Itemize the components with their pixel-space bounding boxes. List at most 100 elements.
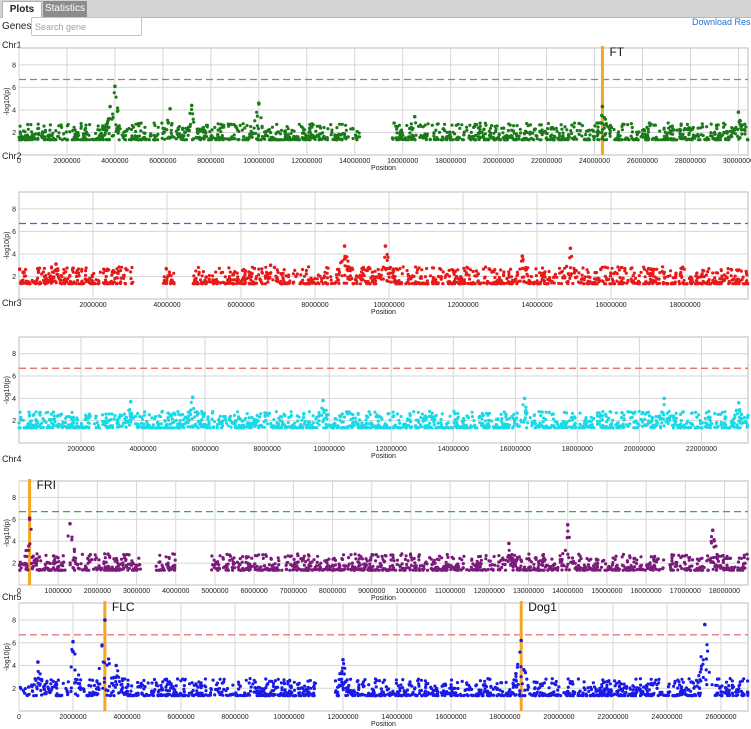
snp-point (321, 418, 326, 422)
snp-point (466, 415, 470, 419)
snp-point (65, 426, 69, 430)
snp-point (243, 126, 247, 130)
snp-point (364, 425, 368, 429)
snp-point (408, 418, 412, 422)
snp-point (333, 423, 337, 427)
snp-point (257, 267, 261, 271)
snp-point (741, 282, 745, 286)
snp-point (218, 414, 222, 418)
snp-point (307, 410, 311, 414)
snp-point (597, 138, 601, 142)
snp-point (344, 410, 349, 414)
snp-peak-point (128, 399, 133, 404)
snp-point (439, 423, 444, 427)
snp-point (671, 132, 675, 136)
snp-point (467, 277, 472, 281)
snp-point (709, 541, 714, 545)
snp-point (76, 131, 80, 135)
snp-point (30, 555, 34, 560)
snp-point (36, 270, 41, 275)
snp-point (213, 125, 217, 129)
snp-point (268, 276, 272, 280)
snp-point (293, 425, 297, 429)
snp-point (430, 123, 434, 127)
snp-point (59, 123, 63, 127)
snp-point (27, 135, 31, 139)
snp-point (500, 126, 504, 130)
snp-point (252, 418, 256, 422)
snp-point (191, 425, 195, 429)
snp-point (346, 259, 350, 263)
snp-point (682, 278, 686, 283)
snp-point (323, 270, 327, 274)
snp-point (258, 415, 262, 419)
snp-point (280, 415, 284, 419)
snp-point (618, 424, 622, 428)
x-tick-label: 10000000 (395, 588, 426, 595)
snp-point (341, 553, 346, 557)
snp-point (510, 282, 514, 286)
snp-point (480, 417, 484, 421)
snp-peak-point (257, 101, 261, 105)
snp-point (616, 265, 620, 269)
snp-point (395, 138, 399, 142)
snp-point (201, 280, 205, 285)
snp-point (657, 281, 662, 285)
snp-point (167, 135, 171, 139)
snp-point (40, 425, 44, 430)
snp-point (682, 267, 686, 271)
snp-point (696, 138, 701, 142)
snp-point (587, 128, 591, 132)
snp-point (527, 278, 531, 282)
snp-point (58, 281, 62, 285)
snp-point (534, 134, 538, 138)
snp-point (280, 426, 284, 430)
snp-point (350, 266, 354, 270)
snp-point (85, 278, 89, 282)
snp-point (106, 425, 110, 429)
snp-point (103, 133, 107, 137)
snp-point (552, 281, 556, 285)
snp-point (735, 423, 739, 427)
snp-point (64, 270, 68, 274)
snp-point (572, 121, 577, 125)
snp-point (406, 272, 410, 276)
snp-point (279, 128, 284, 132)
snp-point (101, 419, 105, 424)
snp-point (80, 552, 84, 557)
snp-point (516, 137, 520, 141)
snp-point (569, 425, 573, 430)
snp-point (297, 122, 301, 126)
snp-point (306, 423, 310, 427)
snp-peak-point (108, 104, 112, 109)
snp-point (96, 423, 100, 428)
snp-point (648, 277, 653, 281)
snp-point (211, 278, 215, 282)
snp-point (398, 281, 402, 285)
snp-point (623, 137, 627, 141)
snp-point (386, 412, 390, 416)
snp-point (458, 126, 462, 130)
snp-point (252, 126, 256, 130)
snp-point (301, 136, 305, 140)
snp-point (352, 282, 356, 286)
snp-point (413, 561, 417, 565)
snp-point (613, 138, 617, 142)
snp-point (746, 281, 750, 285)
snp-point (300, 267, 305, 272)
snp-point (344, 128, 348, 132)
snp-point (683, 127, 687, 131)
snp-point (603, 282, 607, 286)
snp-point (109, 279, 113, 283)
snp-point (208, 130, 212, 134)
snp-point (580, 426, 584, 430)
snp-point (386, 255, 390, 259)
snp-point (39, 559, 43, 563)
snp-point (565, 420, 569, 424)
snp-point (445, 552, 449, 557)
snp-point (414, 133, 418, 137)
snp-point (38, 281, 43, 286)
snp-point (436, 274, 440, 279)
snp-point (669, 137, 673, 141)
snp-point (36, 122, 40, 126)
